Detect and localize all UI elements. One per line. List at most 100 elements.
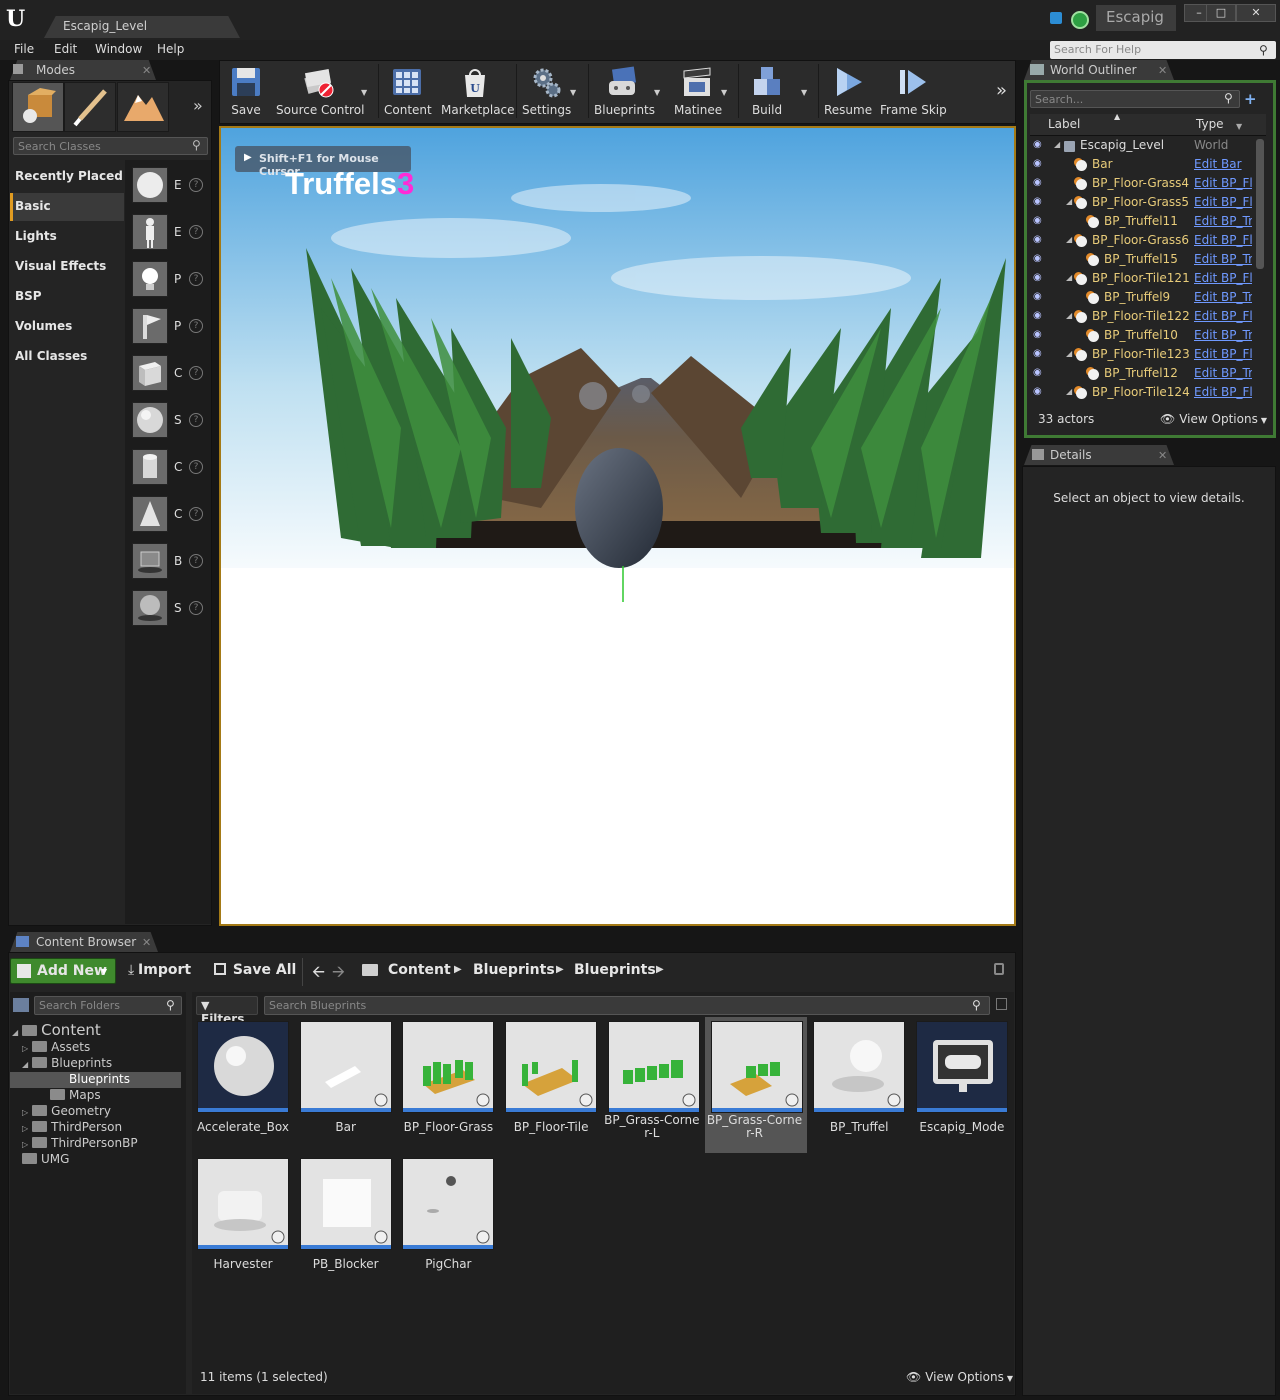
asset-tile[interactable] — [197, 1158, 289, 1250]
save-all-button[interactable]: Save All — [214, 962, 296, 978]
help-icon[interactable]: ? — [189, 272, 203, 286]
visibility-eye-icon[interactable]: ◉ — [1033, 253, 1042, 264]
outliner-row[interactable]: ◉ BP_Truffel9 Edit BP_Tr — [1030, 289, 1266, 308]
toolbar-overflow-icon[interactable]: » — [996, 80, 1007, 101]
placeable-empty-actor[interactable] — [132, 167, 168, 203]
asset-tile[interactable] — [299, 1021, 392, 1113]
edit-blueprint-link[interactable]: Edit BP_Tr — [1194, 290, 1252, 304]
outliner-row[interactable]: ◉ ◢ Escapig_Level World — [1030, 137, 1266, 156]
content-button[interactable]: Content — [384, 62, 432, 120]
category-recently-placed[interactable]: Recently Placed — [15, 169, 123, 183]
folder-tree-item[interactable]: ▷ ThirdPersonBP — [22, 1136, 138, 1150]
column-dropdown-icon[interactable]: ▼ — [1236, 122, 1242, 131]
visibility-eye-icon[interactable]: ◉ — [1033, 139, 1042, 150]
edit-blueprint-link[interactable]: Edit BP_Fl — [1194, 195, 1252, 209]
help-icon[interactable]: ? — [189, 366, 203, 380]
visibility-eye-icon[interactable]: ◉ — [1033, 291, 1042, 302]
world-outliner-tab[interactable]: World Outliner — [1024, 60, 1174, 80]
menu-window[interactable]: Window — [95, 42, 142, 56]
outliner-row[interactable]: ◉ ◢ BP_Floor-Grass5 Edit BP_Fl — [1030, 194, 1266, 213]
placeable-cone[interactable] — [132, 496, 168, 532]
folder-tree-item[interactable]: Maps — [50, 1088, 101, 1102]
category-visual-effects[interactable]: Visual Effects — [15, 259, 106, 273]
breadcrumb-separator-icon[interactable]: ▶ — [556, 964, 564, 975]
folder-tree-item[interactable]: ▷ Assets — [22, 1040, 90, 1054]
placeable-box-trigger[interactable] — [132, 543, 168, 579]
asset-tile[interactable] — [710, 1021, 803, 1113]
save-search-icon[interactable] — [996, 998, 1007, 1010]
outliner-scrollbar[interactable] — [1256, 139, 1264, 269]
frame-skip-button[interactable]: Frame Skip — [880, 62, 947, 120]
menu-edit[interactable]: Edit — [54, 42, 77, 56]
visibility-eye-icon[interactable]: ◉ — [1033, 310, 1042, 321]
outliner-row[interactable]: ◉ BP_Floor-Grass4 Edit BP_Fl — [1030, 175, 1266, 194]
breadcrumb-separator-icon[interactable]: ▶ — [454, 964, 462, 975]
content-browser-tab[interactable]: Content Browser — [10, 932, 158, 952]
modes-tab[interactable]: Modes — [10, 60, 156, 80]
toggle-sources-icon[interactable] — [13, 998, 29, 1012]
breadcrumb-content[interactable]: Content — [388, 962, 451, 978]
settings-dropdown-icon[interactable]: ▼ — [570, 88, 576, 97]
help-search-input[interactable]: Search For Help — [1050, 41, 1276, 59]
outliner-row[interactable]: ◉ BP_Truffel11 Edit BP_Tr — [1030, 213, 1266, 232]
column-label-header[interactable]: Label — [1048, 117, 1080, 131]
edit-blueprint-link[interactable]: Edit BP_Fl — [1194, 176, 1252, 190]
asset-tile[interactable] — [505, 1021, 598, 1113]
breadcrumb-separator-icon[interactable]: ▶ — [656, 964, 664, 975]
edit-blueprint-link[interactable]: Edit BP_Tr — [1194, 252, 1252, 266]
close-icon[interactable]: ✕ — [142, 936, 151, 949]
visibility-eye-icon[interactable]: ◉ — [1033, 158, 1042, 169]
placeable-cylinder[interactable] — [132, 449, 168, 485]
filters-button[interactable]: ▼ Filters — [196, 996, 258, 1026]
level-tab[interactable]: Escapig_Level — [44, 16, 240, 38]
edit-blueprint-link[interactable]: Edit BP_Fl — [1194, 233, 1252, 247]
paint-mode-button[interactable] — [64, 82, 116, 132]
asset-tile[interactable] — [402, 1021, 495, 1113]
outliner-row[interactable]: ◉ ◢ BP_Floor-Tile123 Edit BP_Fl — [1030, 346, 1266, 365]
category-bsp[interactable]: BSP — [15, 289, 42, 303]
expander-icon[interactable]: ◢ — [1066, 349, 1072, 358]
source-control-dropdown-icon[interactable]: ▼ — [361, 88, 367, 97]
outliner-row[interactable]: ◉ ◢ BP_Floor-Tile121 Edit BP_Fl — [1030, 270, 1266, 289]
visibility-eye-icon[interactable]: ◉ — [1033, 329, 1042, 340]
expander-icon[interactable]: ▷ — [22, 1108, 28, 1117]
notification-icon[interactable] — [1050, 12, 1062, 24]
expander-icon[interactable]: ◢ — [12, 1028, 18, 1037]
place-mode-button[interactable] — [12, 82, 64, 132]
close-button[interactable]: ✕ — [1236, 4, 1276, 22]
help-icon[interactable]: ? — [189, 178, 203, 192]
outliner-row[interactable]: ◉ ◢ BP_Floor-Grass6 Edit BP_Fl — [1030, 232, 1266, 251]
build-button[interactable]: Build — [744, 62, 790, 120]
expander-icon[interactable]: ▷ — [22, 1044, 28, 1053]
help-icon[interactable]: ? — [189, 507, 203, 521]
outliner-row[interactable]: ◉ Bar Edit Bar — [1030, 156, 1266, 175]
source-control-button[interactable]: Source Control — [276, 62, 364, 120]
save-button[interactable]: Save — [226, 62, 266, 120]
expander-icon[interactable]: ▷ — [22, 1124, 28, 1133]
placeable-empty-character[interactable] — [132, 214, 168, 250]
expander-icon[interactable]: ◢ — [1066, 197, 1072, 206]
visibility-eye-icon[interactable]: ◉ — [1033, 367, 1042, 378]
asset-search-input[interactable]: Search Blueprints — [264, 996, 990, 1015]
folder-tree-item[interactable]: ▷ Geometry — [22, 1104, 111, 1118]
category-lights[interactable]: Lights — [15, 229, 57, 243]
matinee-button[interactable]: Matinee — [674, 62, 722, 120]
visibility-eye-icon[interactable]: ◉ — [1033, 348, 1042, 359]
placeable-sphere[interactable] — [132, 402, 168, 438]
visibility-eye-icon[interactable]: ◉ — [1033, 196, 1042, 207]
import-button[interactable]: ⤓ Import — [128, 962, 191, 978]
asset-view-options[interactable]: 👁 View Options ▼ — [906, 1370, 1013, 1384]
back-arrow-icon[interactable]: 🡨 — [312, 961, 325, 988]
maximize-button[interactable]: □ — [1206, 4, 1236, 22]
folder-tree-item[interactable]: Blueprints — [50, 1072, 130, 1086]
outliner-search-input[interactable]: Search... — [1030, 90, 1240, 108]
placeable-sphere-trigger[interactable] — [132, 590, 168, 626]
folder-tree-item[interactable]: ◢ Content — [12, 1021, 101, 1039]
class-search-input[interactable]: Search Classes — [13, 137, 208, 155]
placeable-cube[interactable] — [132, 355, 168, 391]
outliner-row[interactable]: ◉ ◢ BP_Floor-Tile124 Edit BP_Fl — [1030, 384, 1266, 403]
menu-help[interactable]: Help — [157, 42, 184, 56]
visibility-eye-icon[interactable]: ◉ — [1033, 386, 1042, 397]
folder-tree-item[interactable]: UMG — [22, 1152, 69, 1166]
source-control-status-icon[interactable] — [1071, 11, 1089, 29]
